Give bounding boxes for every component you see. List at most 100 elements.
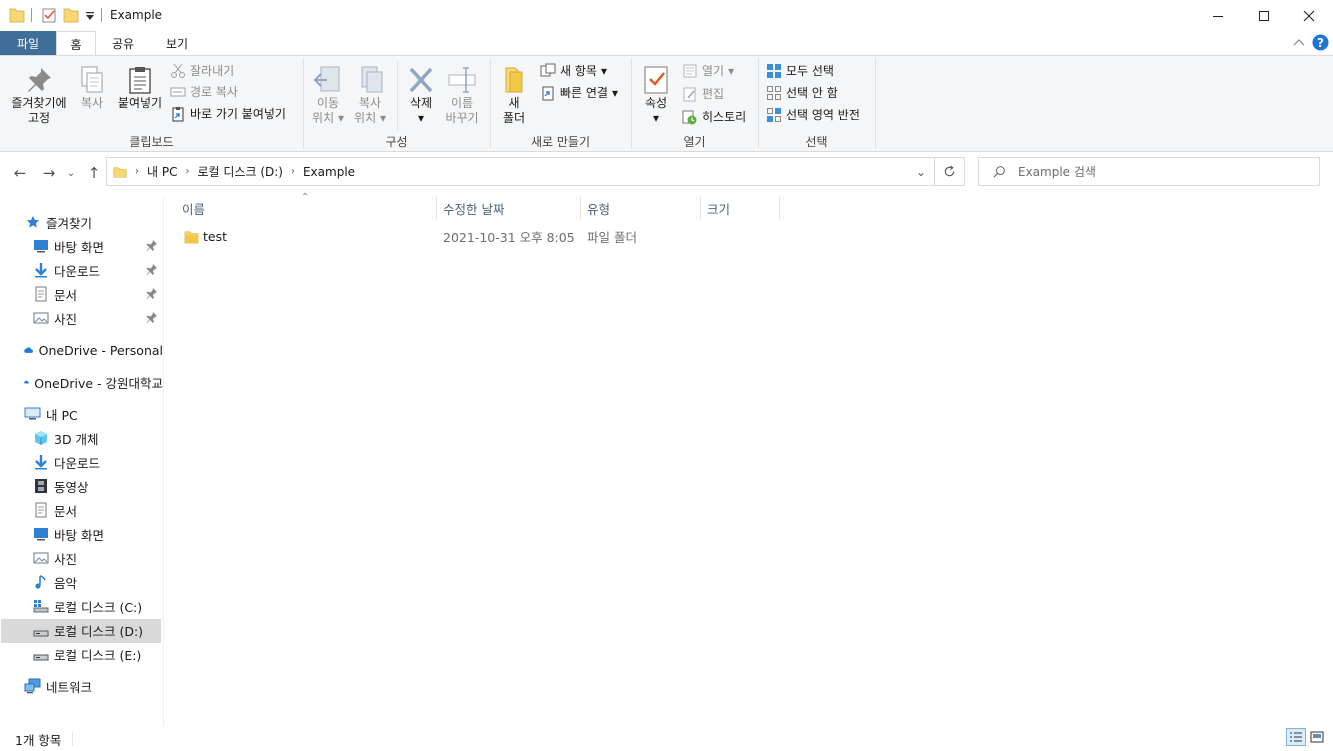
close-icon [1303, 10, 1315, 21]
paste-icon [129, 67, 151, 94]
nav-network[interactable]: 네트워크 [0, 674, 163, 698]
nav-quick-desktop[interactable]: 바탕 화면 [0, 234, 163, 258]
nav-label: 내 PC [46, 407, 78, 423]
delete-dropdown[interactable]: ▾ [418, 111, 424, 126]
cut-button[interactable]: 잘라내기 [170, 62, 234, 79]
nav-quick-access[interactable]: 즐겨찾기 [0, 210, 163, 234]
large-icons-view-button[interactable] [1307, 728, 1327, 746]
paste-shortcut-icon [172, 106, 184, 121]
move-to-label-line1: 이동 [316, 96, 340, 110]
new-item-button[interactable]: 새 항목 ▾ [540, 62, 607, 79]
properties-dropdown[interactable]: ▾ [653, 111, 659, 126]
nav-label: 네트워크 [46, 679, 93, 695]
open-button[interactable]: 열기 ▾ [682, 62, 734, 79]
properties-button[interactable]: 속성 ▾ [638, 64, 674, 126]
nav-onedrive-org[interactable]: OneDrive - 강원대학교 [0, 370, 163, 394]
tab-home[interactable]: 홈 [56, 31, 96, 56]
nav-quick-downloads[interactable]: 다운로드 [0, 258, 163, 282]
tab-file[interactable]: 파일 [0, 31, 56, 55]
back-button[interactable]: ← [9, 162, 31, 184]
address-dropdown-icon[interactable]: ⌄ [916, 165, 926, 179]
nav-onedrive-personal[interactable]: OneDrive - Personal [0, 338, 163, 362]
address-bar[interactable]: › 내 PC › 로컬 디스크 (D:) › Example ⌄ [106, 157, 935, 186]
new-folder-button[interactable]: 새 폴더 [497, 64, 531, 126]
recent-locations-button[interactable]: ⌄ [63, 162, 79, 184]
rename-label-line2: 바꾸기 [445, 111, 479, 125]
nav-3d-objects[interactable]: 3D 개체 [0, 426, 163, 450]
nav-music[interactable]: 음악 [0, 570, 163, 594]
delete-button[interactable]: 삭제 ▾ [402, 64, 440, 126]
nav-local-disk-c[interactable]: 로컬 디스크 (C:) [0, 594, 163, 618]
pin-to-quick-access-button[interactable]: 즐겨찾기에 고정 [6, 64, 72, 126]
help-button[interactable]: ? [1312, 34, 1329, 54]
minimize-button[interactable] [1195, 0, 1241, 31]
copy-to-button[interactable]: 복사 위치 ▾ [351, 64, 389, 126]
nav-pc-pictures[interactable]: 사진 [0, 546, 163, 570]
refresh-button[interactable] [935, 157, 965, 186]
file-name-cell[interactable]: test [184, 226, 227, 246]
select-none-button[interactable]: 선택 안 함 [766, 84, 838, 101]
paste-shortcut-button[interactable]: 바로 가기 붙여넣기 [170, 105, 286, 122]
copy-path-button[interactable]: 경로 복사 [170, 83, 238, 100]
copy-button[interactable]: 복사 [76, 64, 108, 111]
select-all-button[interactable]: 모두 선택 [766, 62, 834, 79]
nav-quick-documents[interactable]: 문서 [0, 282, 163, 306]
pin-icon[interactable] [146, 287, 158, 301]
details-view-button[interactable] [1286, 728, 1306, 746]
edit-button[interactable]: 편집 [682, 85, 724, 102]
column-divider[interactable] [700, 196, 701, 220]
rename-button[interactable]: 이름 바꾸기 [442, 64, 482, 126]
nav-local-disk-e[interactable]: 로컬 디스크 (E:) [0, 642, 163, 666]
breadcrumb-this-pc[interactable]: 내 PC [147, 163, 177, 180]
new-folder-quick-icon[interactable] [63, 6, 79, 24]
breadcrumb-local-disk-d[interactable]: 로컬 디스크 (D:) [197, 163, 282, 180]
collapse-ribbon-button[interactable] [1293, 37, 1305, 51]
properties-quick-icon[interactable] [41, 6, 57, 24]
copy-path-label: 경로 복사 [190, 85, 238, 99]
maximize-button[interactable] [1241, 0, 1287, 31]
nav-pc-desktop[interactable]: 바탕 화면 [0, 522, 163, 546]
nav-pc-downloads[interactable]: 다운로드 [0, 450, 163, 474]
scissors-icon [171, 63, 185, 78]
tab-share[interactable]: 공유 [100, 31, 146, 55]
column-header-name[interactable]: 이름 [182, 196, 436, 220]
computer-icon [24, 407, 41, 420]
cut-label: 잘라내기 [190, 64, 235, 78]
nav-label: 로컬 디스크 (D:) [54, 623, 144, 639]
pin-icon[interactable] [146, 239, 158, 253]
column-divider[interactable] [580, 196, 581, 220]
nav-local-disk-d[interactable]: 로컬 디스크 (D:) [0, 618, 163, 642]
forward-button[interactable]: → [38, 162, 60, 184]
easy-access-button[interactable]: 빠른 연결 ▾ [540, 84, 618, 101]
refresh-icon [944, 165, 955, 177]
download-icon [35, 263, 47, 278]
nav-pc-documents[interactable]: 문서 [0, 498, 163, 522]
move-to-label-line2: 위치 ▾ [312, 111, 344, 125]
move-to-button[interactable]: 이동 위치 ▾ [309, 64, 347, 126]
column-header-modified[interactable]: 수정한 날짜 [443, 196, 579, 220]
column-header-size[interactable]: 크기 [707, 196, 779, 220]
paste-button[interactable]: 붙여넣기 [114, 64, 166, 111]
tab-view[interactable]: 보기 [152, 31, 202, 55]
nav-this-pc[interactable]: 내 PC [0, 402, 163, 426]
invert-selection-button[interactable]: 선택 영역 반전 [766, 106, 860, 123]
nav-videos[interactable]: 동영상 [0, 474, 163, 498]
customize-quick-access-icon[interactable] [84, 10, 96, 25]
search-input[interactable]: Example 검색 [978, 157, 1320, 186]
column-header-type[interactable]: 유형 [587, 196, 699, 220]
column-divider[interactable] [779, 196, 780, 220]
close-button[interactable] [1286, 0, 1332, 31]
column-divider[interactable] [436, 196, 437, 220]
pin-icon[interactable] [146, 311, 158, 325]
invert-selection-icon [767, 107, 781, 122]
up-button[interactable]: ↑ [83, 162, 105, 184]
breadcrumb-current-folder[interactable]: Example [303, 165, 355, 179]
history-button[interactable]: 히스토리 [682, 108, 746, 125]
film-icon [35, 479, 47, 493]
pin-icon [28, 68, 51, 92]
nav-label: 문서 [54, 287, 78, 303]
select-none-label: 선택 안 함 [786, 86, 838, 100]
minimize-icon [1213, 15, 1223, 17]
pin-icon[interactable] [146, 263, 158, 277]
nav-quick-pictures[interactable]: 사진 [0, 306, 163, 330]
